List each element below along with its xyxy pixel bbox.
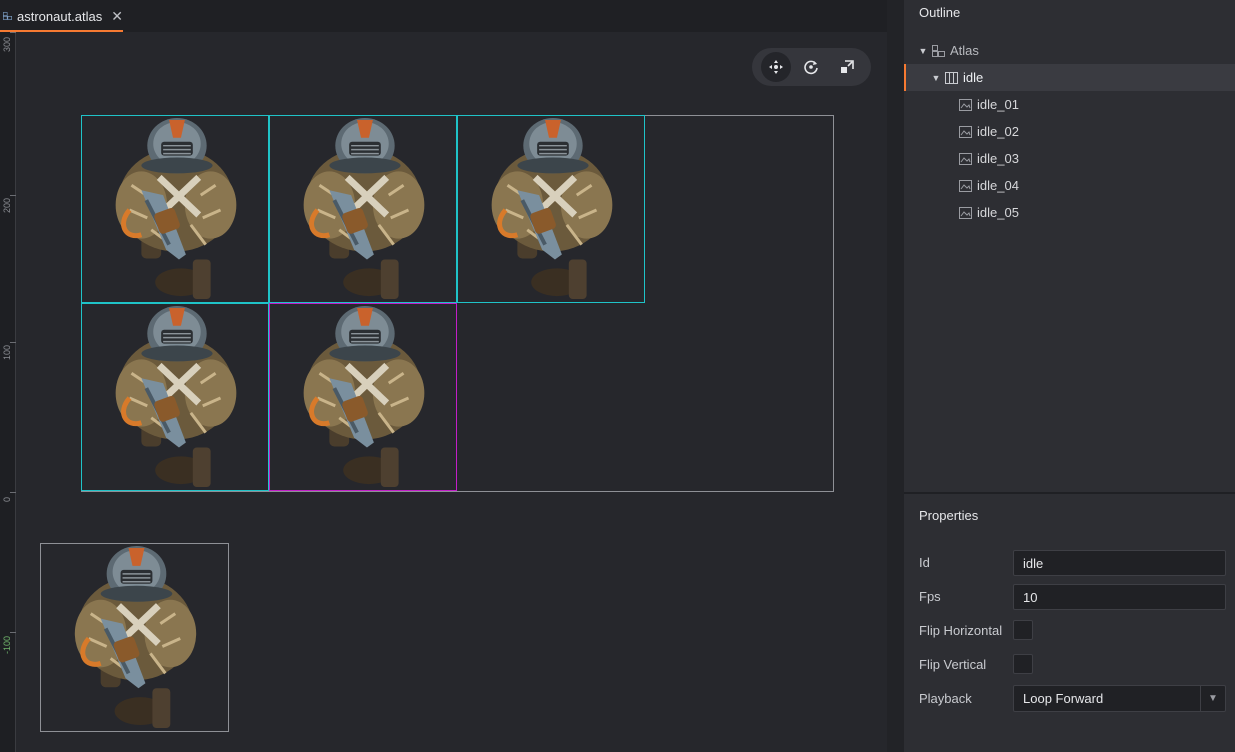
sprite-idle-04[interactable]	[81, 303, 269, 491]
properties-panel: Properties Id idle Fps 10 Flip Horizonta…	[904, 494, 1235, 752]
astronaut-sprite	[270, 304, 456, 490]
vertical-ruler: 300 200 100 0 -100	[0, 32, 16, 752]
tab-title: astronaut.atlas	[16, 8, 103, 24]
playback-value: Loop Forward	[1023, 691, 1104, 706]
image-icon	[959, 125, 972, 138]
outline-panel: Outline ▼ Atlas ▼ idle idle_01 idle_02 i…	[904, 0, 1235, 492]
outline-item-label: idle_02	[977, 124, 1019, 139]
outline-item-label: idle	[963, 70, 984, 85]
move-tool-button[interactable]	[760, 52, 791, 82]
image-icon	[959, 152, 972, 165]
astronaut-sprite	[270, 116, 456, 302]
fps-label: Fps	[919, 589, 941, 604]
ruler-label: 100	[2, 344, 12, 360]
animation-icon	[945, 71, 958, 84]
editor-tabbar: astronaut.atlas ✕	[0, 0, 887, 32]
id-label: Id	[919, 555, 930, 570]
expand-arrow-icon[interactable]: ▼	[918, 46, 928, 56]
image-icon	[959, 98, 972, 111]
ruler-label: 0	[2, 496, 12, 502]
outline-item-image[interactable]: idle_01	[904, 91, 1235, 118]
outline-item-atlas[interactable]: ▼ Atlas	[904, 37, 1235, 64]
outline-item-label: idle_04	[977, 178, 1019, 193]
animation-preview[interactable]	[40, 543, 229, 732]
outline-item-label: idle_05	[977, 205, 1019, 220]
expand-arrow-icon[interactable]: ▼	[931, 73, 941, 83]
sprite-idle-05[interactable]	[269, 303, 457, 491]
ruler-label: -100	[2, 635, 12, 654]
ruler-label: 200	[2, 197, 12, 213]
sprite-idle-03[interactable]	[457, 115, 645, 303]
scale-tool-icon	[841, 60, 854, 73]
flip-horizontal-label: Flip Horizontal	[919, 623, 1003, 638]
id-field[interactable]: idle	[1013, 550, 1226, 576]
astronaut-sprite	[41, 544, 228, 731]
flip-vertical-checkbox[interactable]	[1013, 654, 1033, 674]
outline-item-image[interactable]: idle_04	[904, 172, 1235, 199]
image-icon	[959, 179, 972, 192]
outline-item-image[interactable]: idle_05	[904, 199, 1235, 226]
manipulator-toolbar	[752, 48, 871, 86]
rotate-tool-icon	[804, 60, 819, 75]
atlas-icon	[932, 44, 945, 57]
flip-vertical-label: Flip Vertical	[919, 657, 987, 672]
tab-astronaut-atlas[interactable]: astronaut.atlas ✕	[0, 0, 123, 32]
sprite-idle-01[interactable]	[81, 115, 269, 303]
properties-title: Properties	[919, 508, 979, 523]
outline-item-label: idle_01	[977, 97, 1019, 112]
chevron-down-icon[interactable]: ▼	[1200, 686, 1225, 711]
outline-item-image[interactable]: idle_02	[904, 118, 1235, 145]
atlas-icon	[3, 12, 12, 20]
scale-tool-button[interactable]	[832, 52, 862, 82]
outline-title: Outline	[919, 5, 961, 20]
outline-item-idle[interactable]: ▼ idle	[904, 64, 1235, 91]
move-tool-icon	[768, 60, 783, 74]
astronaut-sprite	[82, 304, 268, 490]
flip-horizontal-checkbox[interactable]	[1013, 620, 1033, 640]
image-icon	[959, 206, 972, 219]
outline-item-image[interactable]: idle_03	[904, 145, 1235, 172]
fps-field[interactable]: 10	[1013, 584, 1226, 610]
playback-label: Playback	[919, 691, 972, 706]
outline-item-label: Atlas	[950, 43, 979, 58]
outline-item-label: idle_03	[977, 151, 1019, 166]
atlas-canvas[interactable]: 300 200 100 0 -100	[0, 32, 887, 752]
astronaut-sprite	[82, 116, 268, 302]
astronaut-sprite	[458, 116, 644, 302]
rotate-tool-button[interactable]	[796, 52, 826, 82]
panel-splitter[interactable]	[887, 0, 904, 752]
scene-editor: astronaut.atlas ✕ 300 200 100 0 -100	[0, 0, 887, 752]
sprite-idle-02[interactable]	[269, 115, 457, 303]
playback-select[interactable]: Loop Forward ▼	[1013, 685, 1226, 712]
ruler-label: 300	[2, 36, 12, 52]
close-icon[interactable]: ✕	[111, 8, 123, 25]
